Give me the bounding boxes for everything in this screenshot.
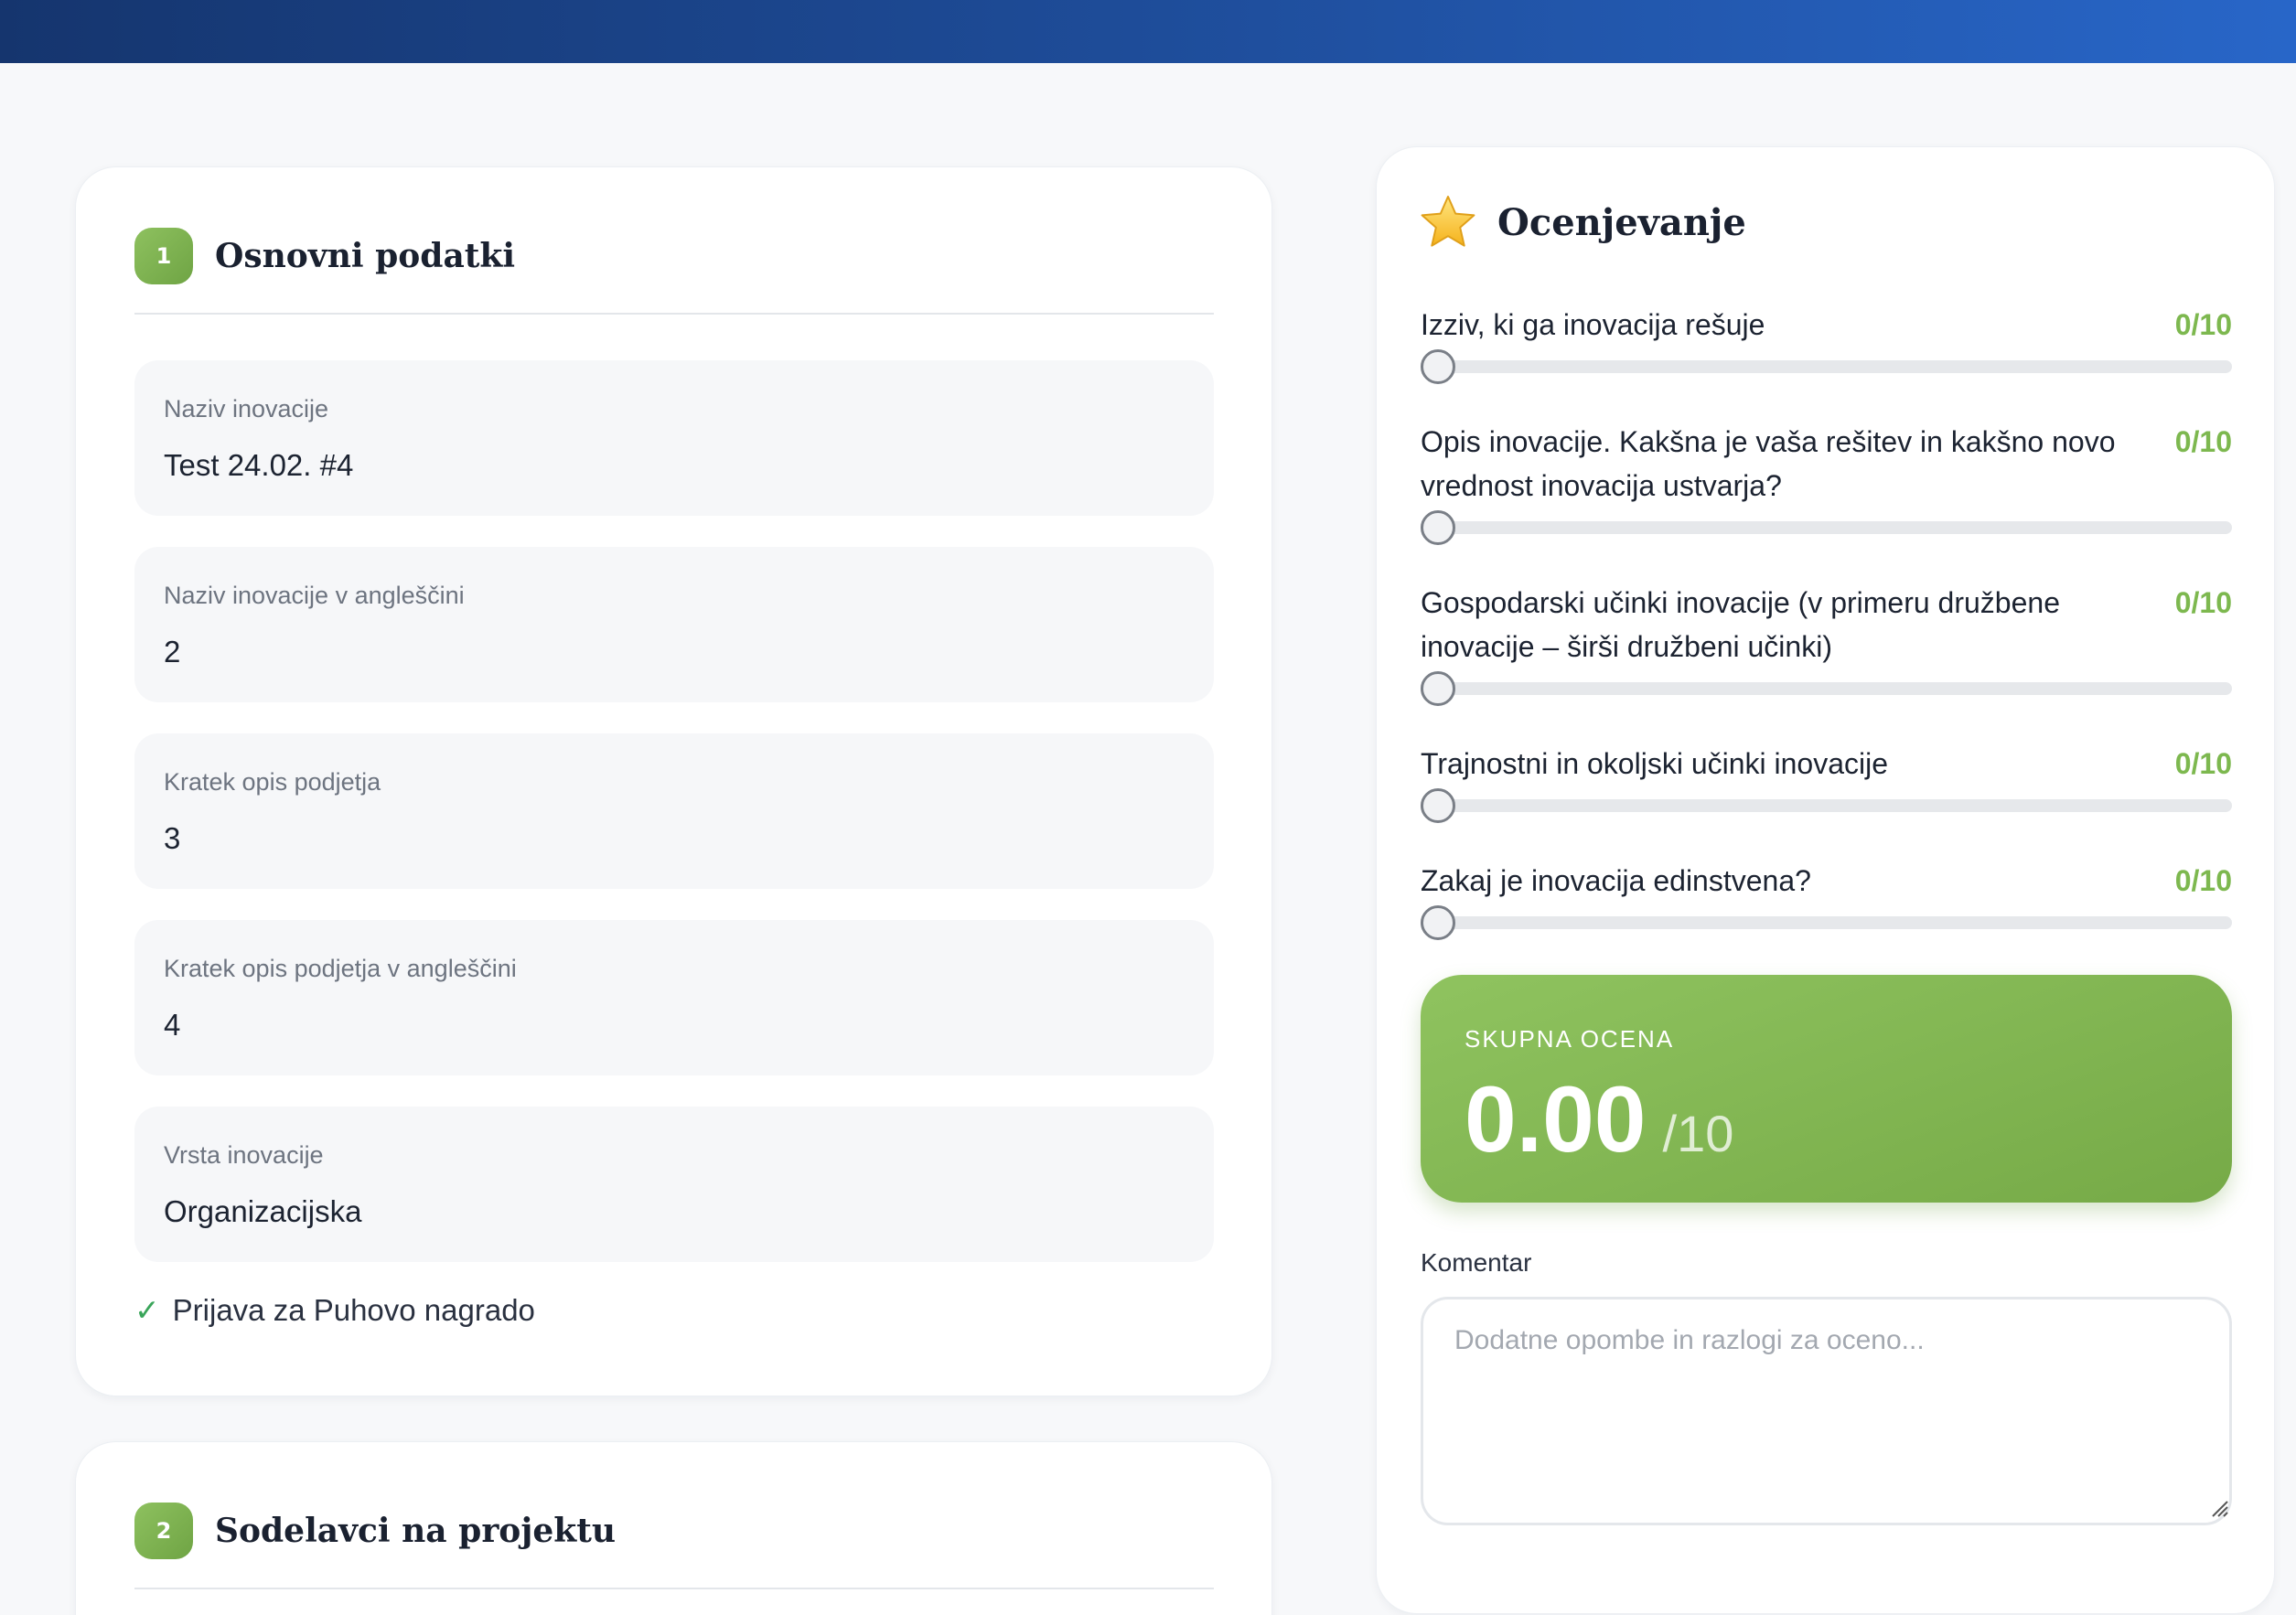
- total-score-display: 0.00 /10: [1465, 1066, 1733, 1173]
- total-score-panel: SKUPNA OCENA 0.00 /10: [1421, 975, 2232, 1203]
- field-innovation-type: Vrsta inovacije Organizacijska: [134, 1107, 1214, 1262]
- slider-thumb[interactable]: [1421, 510, 1455, 545]
- field-label: Naziv inovacije v angleščini: [164, 582, 465, 609]
- criterion-score: 0/10: [2174, 586, 2232, 619]
- field-value: Organizacijska: [164, 1194, 362, 1228]
- field-company-description: Kratek opis podjetja 3: [134, 733, 1214, 889]
- resize-handle-icon[interactable]: [2208, 1497, 2228, 1517]
- check-icon: ✓: [134, 1292, 160, 1328]
- comment-label: Komentar: [1421, 1248, 1532, 1277]
- field-value: Test 24.02. #4: [164, 448, 354, 482]
- criterion-slider[interactable]: [1421, 905, 2232, 940]
- total-score-max: /10: [1662, 1105, 1734, 1162]
- section-header-basic: 1 Osnovni podatki: [134, 228, 515, 284]
- team-card: 2 Sodelavci na projektu: [75, 1441, 1272, 1615]
- criterion-score: 0/10: [2174, 308, 2232, 341]
- rating-card: Ocenjevanje Izziv, ki ga inovacija rešuj…: [1376, 146, 2275, 1614]
- slider-thumb[interactable]: [1421, 349, 1455, 384]
- field-value: 2: [164, 635, 181, 668]
- criterion-label: Zakaj je inovacija edinstvena?: [1421, 864, 1811, 897]
- field-value: 3: [164, 821, 181, 855]
- slider-thumb[interactable]: [1421, 671, 1455, 706]
- slider-thumb[interactable]: [1421, 905, 1455, 940]
- field-innovation-name-en: Naziv inovacije v angleščini 2: [134, 547, 1214, 702]
- criterion-uniqueness: Zakaj je inovacija edinstvena? 0/10: [1421, 859, 2232, 940]
- puh-award-label: Prijava za Puhovo nagrado: [172, 1292, 535, 1327]
- criterion-challenge: Izziv, ki ga inovacija rešuje 0/10: [1421, 303, 2232, 384]
- criterion-score: 0/10: [2174, 864, 2232, 897]
- field-company-description-en: Kratek opis podjetja v angleščini 4: [134, 920, 1214, 1075]
- criterion-label: Trajnostni in okoljski učinki inovacije: [1421, 747, 1889, 780]
- criterion-label: Gospodarski učinki inovacije (v primeru …: [1421, 586, 2060, 663]
- rating-header: Ocenjevanje: [1419, 193, 1746, 251]
- criterion-score: 0/10: [2174, 747, 2232, 780]
- rating-title: Ocenjevanje: [1497, 200, 1746, 244]
- field-value: 4: [164, 1008, 181, 1042]
- slider-thumb[interactable]: [1421, 788, 1455, 823]
- field-label: Naziv inovacije: [164, 395, 329, 422]
- section-title-team: Sodelavci na projektu: [215, 1512, 616, 1550]
- field-innovation-name: Naziv inovacije Test 24.02. #4: [134, 360, 1214, 516]
- top-header-bar: [0, 0, 2296, 63]
- criterion-slider[interactable]: [1421, 671, 2232, 706]
- field-label: Kratek opis podjetja v angleščini: [164, 955, 517, 982]
- criterion-label: Izziv, ki ga inovacija rešuje: [1421, 308, 1765, 341]
- criterion-sustainability: Trajnostni in okoljski učinki inovacije …: [1421, 742, 2232, 823]
- puh-award-application: ✓ Prijava za Puhovo nagrado: [134, 1292, 535, 1328]
- section-divider: [134, 313, 1214, 315]
- criterion-score: 0/10: [2174, 425, 2232, 458]
- criterion-description: Opis inovacije. Kakšna je vaša rešitev i…: [1421, 420, 2232, 545]
- basic-info-card: 1 Osnovni podatki Naziv inovacije Test 2…: [75, 166, 1272, 1396]
- comment-textarea[interactable]: [1421, 1297, 2232, 1525]
- section-divider: [134, 1588, 1214, 1589]
- criterion-economic-effects: Gospodarski učinki inovacije (v primeru …: [1421, 581, 2232, 706]
- step-number-badge: 1: [134, 228, 193, 284]
- criterion-slider[interactable]: [1421, 349, 2232, 384]
- section-title-basic: Osnovni podatki: [215, 237, 516, 275]
- criterion-label: Opis inovacije. Kakšna je vaša rešitev i…: [1421, 425, 2116, 502]
- total-score-value: 0.00: [1465, 1067, 1647, 1171]
- field-label: Vrsta inovacije: [164, 1141, 324, 1169]
- total-score-label: SKUPNA OCENA: [1465, 1025, 1675, 1053]
- criterion-slider[interactable]: [1421, 510, 2232, 545]
- section-header-team: 2 Sodelavci na projektu: [134, 1503, 616, 1559]
- star-icon: [1421, 196, 1475, 247]
- step-number-badge: 2: [134, 1503, 193, 1559]
- field-label: Kratek opis podjetja: [164, 768, 381, 796]
- criterion-slider[interactable]: [1421, 788, 2232, 823]
